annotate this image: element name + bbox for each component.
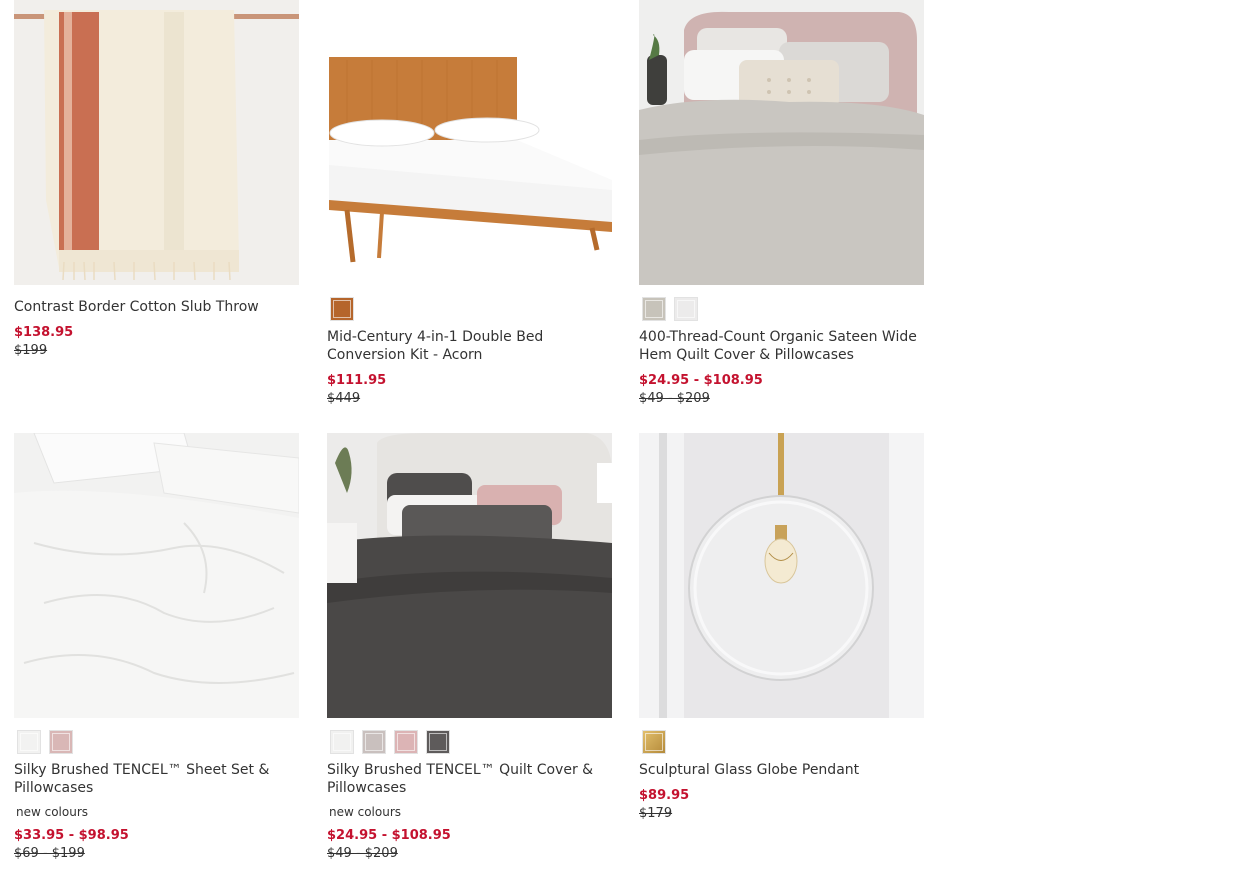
- new-colours-badge: new colours: [329, 805, 402, 819]
- product-card[interactable]: Sculptural Glass Globe Pendant $89.95 $1…: [639, 433, 924, 822]
- product-image[interactable]: [639, 0, 924, 285]
- colour-swatches: [639, 285, 924, 322]
- sale-price: $33.95 - $98.95: [14, 828, 129, 843]
- product-image[interactable]: [327, 0, 612, 285]
- colour-swatch[interactable]: [426, 730, 450, 754]
- sale-price: $89.95: [639, 788, 690, 803]
- product-image[interactable]: [14, 0, 299, 285]
- regular-price: $49 - $209: [639, 391, 710, 406]
- regular-price: $69 - $199: [14, 846, 85, 861]
- sale-price: $138.95: [14, 325, 74, 340]
- sale-price: $111.95: [327, 373, 387, 388]
- colour-swatch[interactable]: [330, 297, 354, 321]
- colour-swatch[interactable]: [362, 730, 386, 754]
- colour-swatch[interactable]: [49, 730, 73, 754]
- product-name[interactable]: 400-Thread-Count Organic Sateen Wide Hem…: [639, 328, 924, 364]
- product-name[interactable]: Mid-Century 4-in-1 Double Bed Conversion…: [327, 328, 612, 364]
- sale-price: $24.95 - $108.95: [639, 373, 763, 388]
- regular-price: $49 - $209: [327, 846, 398, 861]
- regular-price: $199: [14, 343, 48, 358]
- regular-price: $449: [327, 391, 361, 406]
- colour-swatch[interactable]: [642, 730, 666, 754]
- colour-swatch[interactable]: [674, 297, 698, 321]
- product-name[interactable]: Sculptural Glass Globe Pendant: [639, 761, 924, 779]
- product-name[interactable]: Silky Brushed TENCEL™ Sheet Set & Pillow…: [14, 761, 299, 797]
- product-card[interactable]: 400-Thread-Count Organic Sateen Wide Hem…: [639, 0, 924, 407]
- new-colours-badge: new colours: [16, 805, 89, 819]
- product-image[interactable]: [327, 433, 612, 718]
- product-name[interactable]: Contrast Border Cotton Slub Throw: [14, 298, 299, 316]
- colour-swatches: [14, 718, 299, 755]
- sale-price: $24.95 - $108.95: [327, 828, 451, 843]
- product-card[interactable]: Mid-Century 4-in-1 Double Bed Conversion…: [327, 0, 612, 407]
- colour-swatch[interactable]: [394, 730, 418, 754]
- product-card[interactable]: Contrast Border Cotton Slub Throw $138.9…: [14, 0, 299, 359]
- colour-swatches: [327, 718, 612, 755]
- colour-swatch[interactable]: [330, 730, 354, 754]
- regular-price: $179: [639, 806, 673, 821]
- product-image[interactable]: [14, 433, 299, 718]
- product-card[interactable]: Silky Brushed TENCEL™ Quilt Cover & Pill…: [327, 433, 612, 862]
- product-name[interactable]: Silky Brushed TENCEL™ Quilt Cover & Pill…: [327, 761, 612, 797]
- colour-swatch[interactable]: [17, 730, 41, 754]
- product-image[interactable]: [639, 433, 924, 718]
- product-card[interactable]: Silky Brushed TENCEL™ Sheet Set & Pillow…: [14, 433, 299, 862]
- colour-swatches: [327, 285, 612, 322]
- colour-swatches: [639, 718, 924, 755]
- colour-swatch[interactable]: [642, 297, 666, 321]
